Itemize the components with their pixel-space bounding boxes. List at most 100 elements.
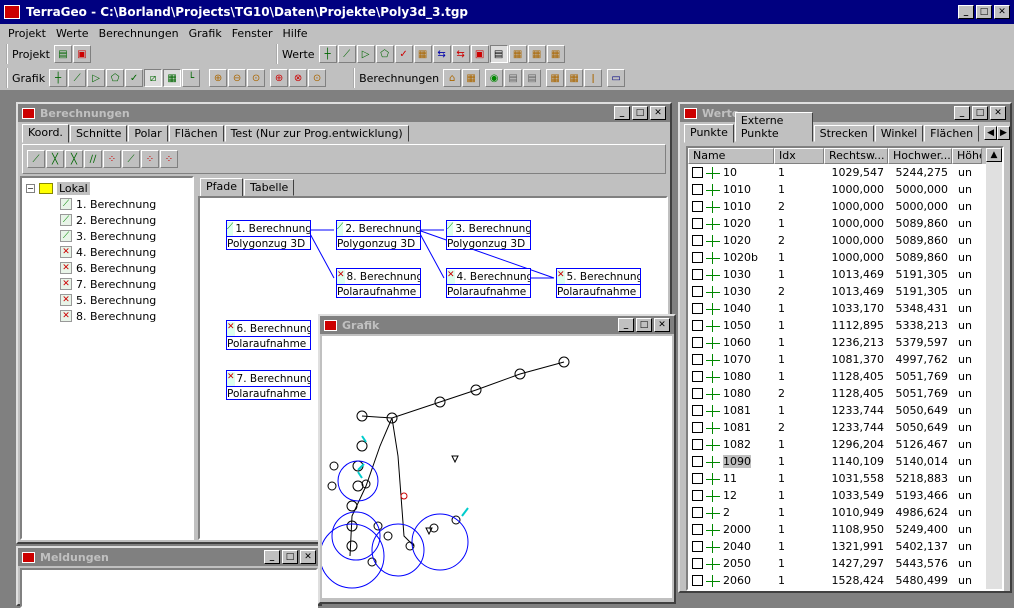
col-rechtswert[interactable]: Rechtsw... — [824, 148, 888, 164]
zoom-window-icon[interactable]: ⊕ — [270, 69, 289, 87]
zoom-out-icon[interactable]: ⊖ — [228, 69, 247, 87]
table-row[interactable]: 1070 1 1081,370 4997,762 un — [688, 351, 1002, 368]
tree-item[interactable]: ✕ 7. Berechnung — [60, 276, 188, 292]
zoom-prev-icon[interactable]: ⊗ — [289, 69, 308, 87]
tab-tabelle[interactable]: Tabelle — [244, 179, 295, 196]
meldungen-close-button[interactable]: ✕ — [300, 550, 316, 564]
calc-polar-icon[interactable]: ⁘ — [103, 150, 121, 168]
table-row[interactable]: 1080 2 1128,405 5051,769 un — [688, 385, 1002, 402]
grafik-close-button[interactable]: ✕ — [654, 318, 670, 332]
calc-polygonzug3-icon[interactable]: ╳ — [65, 150, 83, 168]
berechnungen-maximize-button[interactable]: □ — [632, 106, 648, 120]
tab-schnitte[interactable]: Schnitte — [69, 125, 128, 142]
table-row[interactable]: 1050 1 1112,895 5338,213 un — [688, 317, 1002, 334]
tab-winkel[interactable]: Winkel — [874, 125, 924, 142]
menu-berechnungen[interactable]: Berechnungen — [99, 27, 179, 40]
tree-item[interactable]: ⟋ 3. Berechnung — [60, 228, 188, 244]
table-row[interactable]: 2050 1 1427,297 5443,576 un — [688, 555, 1002, 572]
tab-koord[interactable]: Koord. — [22, 124, 69, 143]
minimize-button[interactable]: _ — [958, 5, 974, 19]
tree-item[interactable]: ✕ 5. Berechnung — [60, 292, 188, 308]
row-checkbox[interactable] — [692, 575, 703, 586]
calc-node[interactable]: ⟋ 3. Berechnung Polygonzug 3D — [446, 220, 531, 250]
table-row[interactable]: 2060 1 1528,424 5480,499 un — [688, 572, 1002, 589]
tree-root[interactable]: − Lokal — [26, 180, 188, 196]
document-icon[interactable]: ▤ — [489, 45, 508, 63]
row-checkbox[interactable] — [692, 473, 703, 484]
calc-polar4-icon[interactable]: ⁘ — [160, 150, 178, 168]
table-row[interactable]: 1020 2 1000,000 5089,860 un — [688, 232, 1002, 249]
werte-close-button[interactable]: ✕ — [990, 106, 1006, 120]
draw-point-icon[interactable]: ┼ — [49, 69, 68, 87]
angle-icon[interactable]: ▷ — [356, 45, 375, 63]
calc-node[interactable]: ⟋ 2. Berechnung Polygonzug 3D — [336, 220, 421, 250]
report-icon[interactable]: ▦ — [527, 45, 546, 63]
row-checkbox[interactable] — [692, 303, 703, 314]
tab-externe-punkte[interactable]: Externe Punkte — [734, 112, 813, 142]
polyline-icon[interactable]: ✓ — [394, 45, 413, 63]
table-edit-icon[interactable]: ▦ — [413, 45, 432, 63]
table-row[interactable]: 1060 1 1236,213 5379,597 un — [688, 334, 1002, 351]
menu-projekt[interactable]: Projekt — [8, 27, 46, 40]
points-scrollbar[interactable]: ▲ — [986, 148, 1002, 589]
tree-item[interactable]: ✕ 6. Berechnung — [60, 260, 188, 276]
tab-polar[interactable]: Polar — [128, 125, 168, 142]
calc-polygonzug2-icon[interactable]: ╳ — [46, 150, 64, 168]
tab-strecken[interactable]: Strecken — [813, 125, 874, 142]
table-row[interactable]: 1040 1 1033,170 5348,431 un — [688, 300, 1002, 317]
tab-test[interactable]: Test (Nur zur Prog.entwicklung) — [224, 125, 409, 142]
row-checkbox[interactable] — [692, 184, 703, 195]
table-row[interactable]: 2000 1 1108,950 5249,400 un — [688, 521, 1002, 538]
row-checkbox[interactable] — [692, 371, 703, 382]
tree-item[interactable]: ✕ 4. Berechnung — [60, 244, 188, 260]
tabs-scroll-left-button[interactable]: ◀ — [984, 126, 998, 140]
zoom-in-icon[interactable]: ⊕ — [209, 69, 228, 87]
table-row[interactable]: 10 1 1029,547 5244,275 un — [688, 164, 1002, 181]
row-checkbox[interactable] — [692, 354, 703, 365]
line-icon[interactable]: ⟋ — [337, 45, 356, 63]
table-row[interactable]: 1081 1 1233,744 5050,649 un — [688, 402, 1002, 419]
werte-maximize-button[interactable]: □ — [972, 106, 988, 120]
info-icon[interactable]: ǀ — [584, 69, 603, 87]
row-checkbox[interactable] — [692, 286, 703, 297]
calc-node[interactable]: ✕8. BerechnungPolaraufnahme 2D — [336, 268, 421, 298]
menu-fenster[interactable]: Fenster — [232, 27, 273, 40]
row-checkbox[interactable] — [692, 524, 703, 535]
check-icon[interactable]: ▦ — [546, 45, 565, 63]
import-icon[interactable]: ⇆ — [432, 45, 451, 63]
grafik-canvas[interactable] — [319, 336, 672, 598]
row-checkbox[interactable] — [692, 541, 703, 552]
menu-grafik[interactable]: Grafik — [189, 27, 222, 40]
col-hochwert[interactable]: Hochwer... — [888, 148, 952, 164]
row-checkbox[interactable] — [692, 252, 703, 263]
menu-hilfe[interactable]: Hilfe — [283, 27, 308, 40]
col-name[interactable]: Name — [688, 148, 774, 164]
row-checkbox[interactable] — [692, 439, 703, 450]
table-row[interactable]: 1020 1 1000,000 5089,860 un — [688, 215, 1002, 232]
draw-polygon-icon[interactable]: ⬠ — [106, 69, 125, 87]
row-checkbox[interactable] — [692, 558, 703, 569]
calc-sheet-icon[interactable]: ▤ — [504, 69, 523, 87]
run-calc-icon[interactable]: ◉ — [485, 69, 504, 87]
table-row[interactable]: 1030 1 1013,469 5191,305 un — [688, 266, 1002, 283]
zoom-all-icon[interactable]: ⊙ — [308, 69, 327, 87]
tree-icon[interactable]: ▦ — [546, 69, 565, 87]
print-icon[interactable]: ▣ — [470, 45, 489, 63]
col-hoehe[interactable]: Höhe — [952, 148, 982, 164]
table-row[interactable]: 1020b 1 1000,000 5089,860 un — [688, 249, 1002, 266]
save-project-icon[interactable]: ▣ — [72, 45, 91, 63]
row-checkbox[interactable] — [692, 269, 703, 280]
grid-icon[interactable]: ▦ — [163, 69, 182, 87]
draw-polyline-icon[interactable]: ✓ — [125, 69, 144, 87]
meldungen-minimize-button[interactable]: _ — [264, 550, 280, 564]
tab-pfade[interactable]: Pfade — [200, 178, 243, 197]
tab-flaechen-werte[interactable]: Flächen — [924, 125, 980, 142]
calc-polar3-icon[interactable]: ⁘ — [141, 150, 159, 168]
table-row[interactable]: 1030 2 1013,469 5191,305 un — [688, 283, 1002, 300]
row-checkbox[interactable] — [692, 422, 703, 433]
tree-item[interactable]: ⟋ 2. Berechnung — [60, 212, 188, 228]
table-row[interactable]: 1010 2 1000,000 5000,000 un — [688, 198, 1002, 215]
row-checkbox[interactable] — [692, 235, 703, 246]
berechnungen-minimize-button[interactable]: _ — [614, 106, 630, 120]
calc-node[interactable]: ✕4. BerechnungPolaraufnahme 2D — [446, 268, 531, 298]
